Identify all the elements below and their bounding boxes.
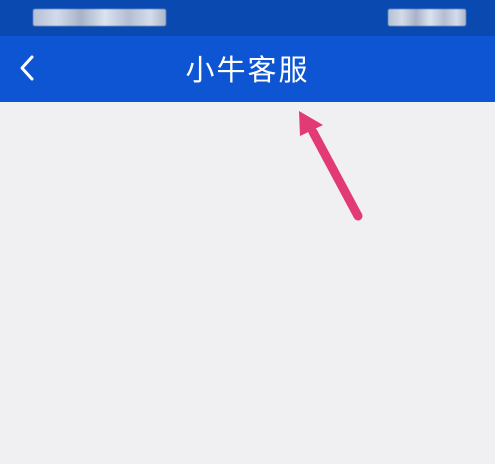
status-bar-left-info	[33, 9, 166, 26]
chat-content-area	[0, 102, 495, 464]
status-bar-right-info	[388, 9, 466, 26]
status-bar	[0, 0, 495, 36]
app-screen: 小牛客服	[0, 0, 495, 464]
header-bar: 小牛客服	[0, 36, 495, 102]
page-title: 小牛客服	[185, 53, 310, 87]
